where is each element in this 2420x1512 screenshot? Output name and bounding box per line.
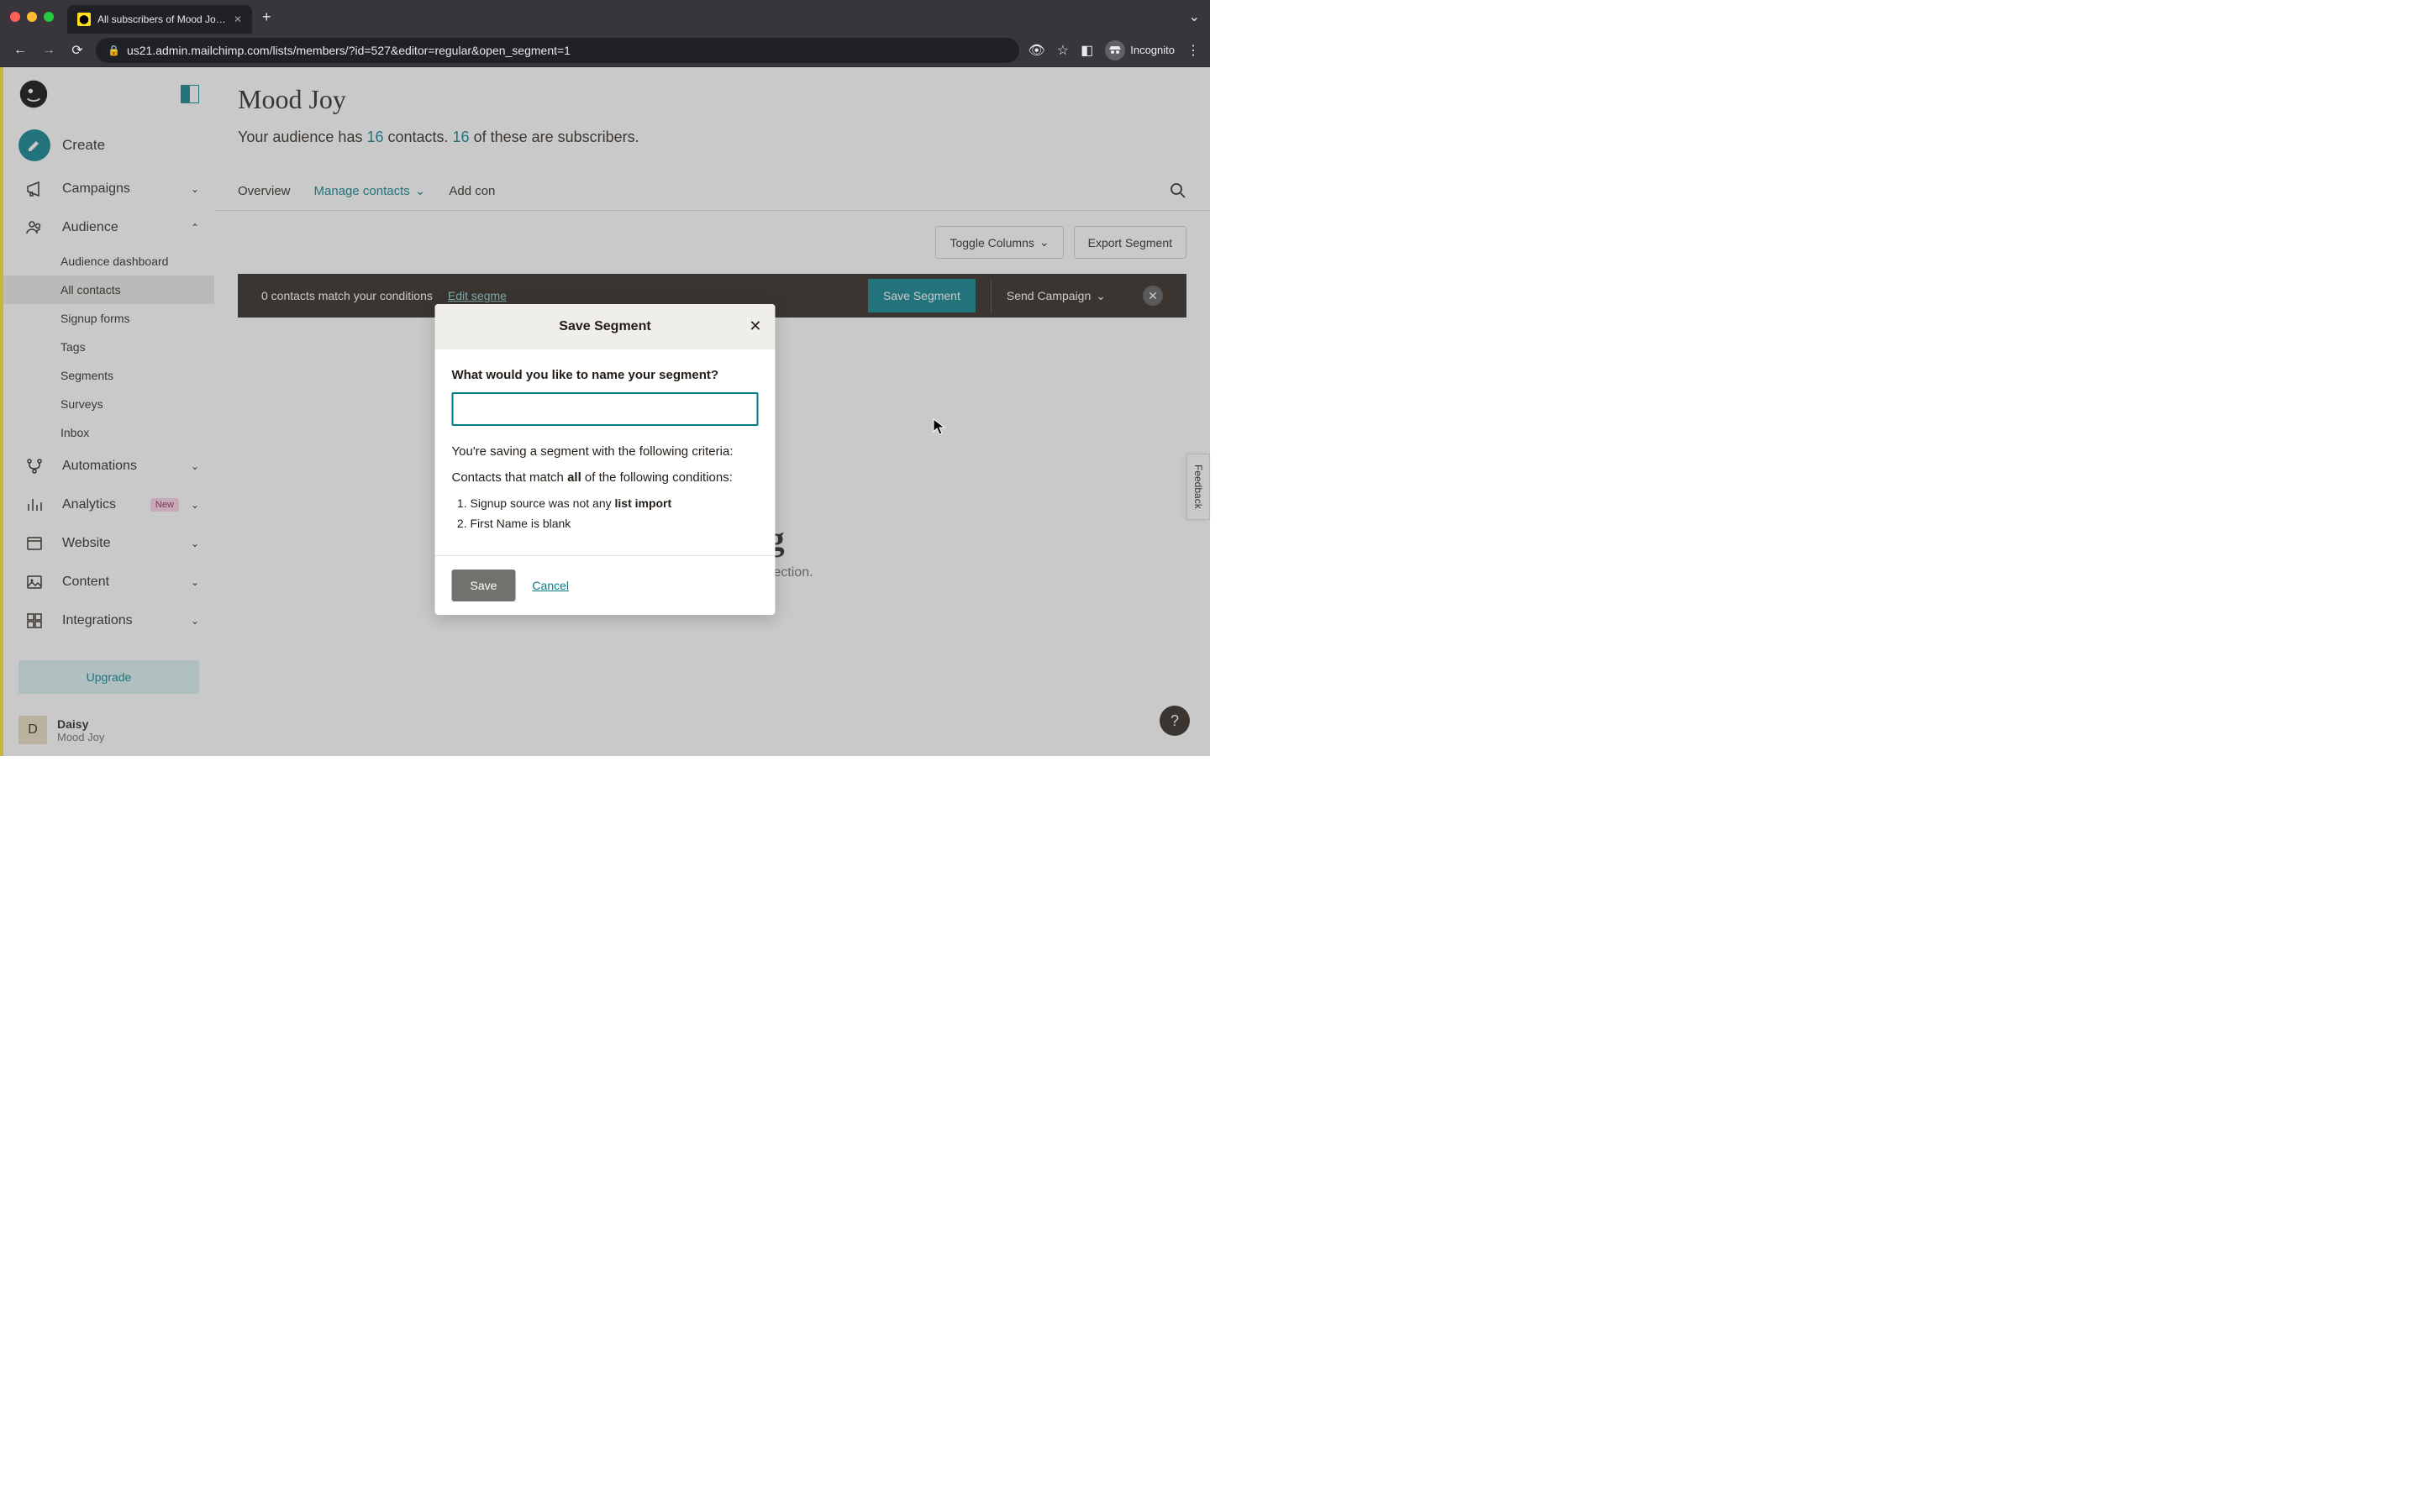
save-button[interactable]: Save — [452, 570, 516, 601]
minimize-window-button[interactable] — [27, 12, 37, 22]
cancel-link[interactable]: Cancel — [532, 579, 569, 592]
segment-name-input[interactable] — [452, 392, 759, 426]
forward-button[interactable]: → — [39, 43, 59, 58]
mailchimp-favicon: ⬤ — [77, 13, 91, 26]
incognito-badge[interactable]: Incognito — [1105, 40, 1175, 60]
match-description: Contacts that match all of the following… — [452, 470, 759, 485]
bookmark-star-icon[interactable]: ☆ — [1057, 42, 1069, 59]
browser-tab[interactable]: ⬤ All subscribers of Mood Joy | M ✕ — [67, 5, 252, 34]
browser-toolbar: ← → ⟳ 🔒 us21.admin.mailchimp.com/lists/m… — [0, 34, 1210, 67]
menu-dots-icon[interactable]: ⋮ — [1186, 42, 1200, 59]
tab-list-dropdown-icon[interactable]: ⌄ — [1189, 8, 1200, 25]
maximize-window-button[interactable] — [44, 12, 54, 22]
close-window-button[interactable] — [10, 12, 20, 22]
modal-question: What would you like to name your segment… — [452, 368, 759, 382]
incognito-icon — [1105, 40, 1125, 60]
panel-icon[interactable]: ◧ — [1081, 42, 1093, 59]
close-modal-icon[interactable]: ✕ — [749, 318, 761, 335]
lock-icon: 🔒 — [108, 45, 120, 56]
close-tab-icon[interactable]: ✕ — [234, 13, 242, 25]
condition-item: Signup source was not any list import — [471, 496, 759, 510]
window-controls — [10, 12, 54, 22]
back-button[interactable]: ← — [10, 43, 30, 58]
tab-title: All subscribers of Mood Joy | M — [97, 13, 227, 25]
criteria-intro: You're saving a segment with the followi… — [452, 444, 759, 459]
new-tab-button[interactable]: + — [262, 8, 271, 26]
address-bar[interactable]: 🔒 us21.admin.mailchimp.com/lists/members… — [96, 38, 1019, 63]
condition-item: First Name is blank — [471, 517, 759, 530]
eye-off-icon[interactable]: 👁 — [1028, 42, 1044, 59]
modal-title: Save Segment — [559, 319, 650, 334]
browser-tab-bar: ⬤ All subscribers of Mood Joy | M ✕ + ⌄ — [0, 0, 1210, 34]
conditions-list: Signup source was not any list import Fi… — [452, 496, 759, 530]
url-text: us21.admin.mailchimp.com/lists/members/?… — [127, 44, 571, 57]
save-segment-modal: Save Segment ✕ What would you like to na… — [435, 304, 776, 615]
reload-button[interactable]: ⟳ — [67, 42, 87, 59]
